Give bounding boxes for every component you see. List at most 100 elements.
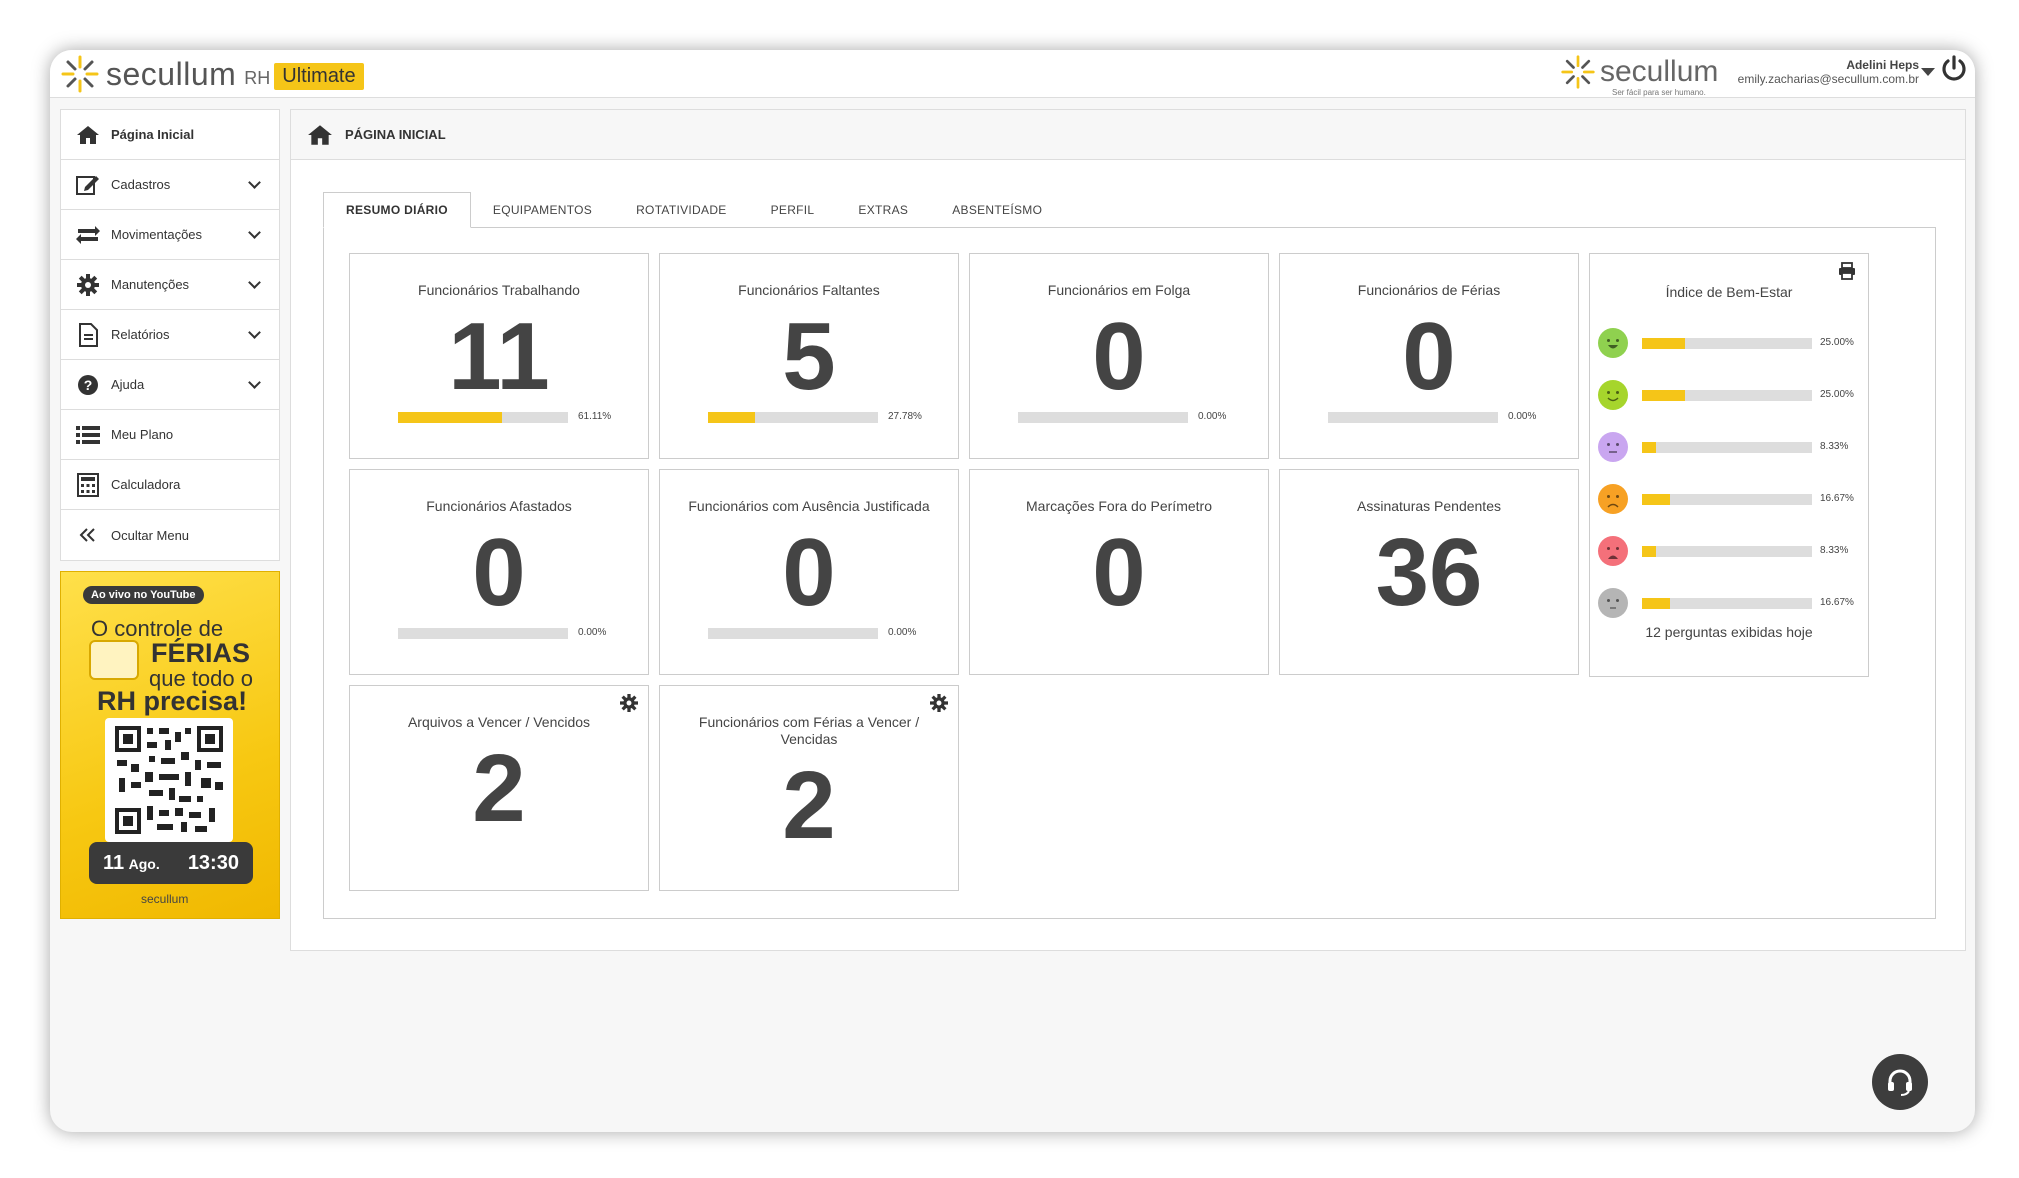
card-value: 0 xyxy=(1092,519,1146,626)
card-title: Arquivos a Vencer / Vencidos xyxy=(407,714,591,730)
user-name: Adelini Heps xyxy=(1846,58,1919,72)
user-menu[interactable]: Adelini Heps emily.zacharias@secullum.co… xyxy=(1738,58,1919,86)
progress-percent: 0.00% xyxy=(1198,411,1227,422)
card-out-of-perimeter[interactable]: Marcações Fora do Perímetro 0 xyxy=(969,469,1269,675)
promo-day: 11 xyxy=(103,851,125,874)
sidebar-item-label: Cadastros xyxy=(111,177,171,192)
tab-equipamentos[interactable]: EQUIPAMENTOS xyxy=(471,192,614,228)
power-icon[interactable] xyxy=(1939,54,1969,84)
document-icon xyxy=(75,322,101,347)
card-away-employees[interactable]: Funcionários Afastados 0 0.00% xyxy=(349,469,649,675)
sidebar-item-label: Ocultar Menu xyxy=(111,527,190,543)
card-justified-absence[interactable]: Funcionários com Ausência Justificada 0 … xyxy=(659,469,959,675)
sun-logo-icon xyxy=(1561,55,1595,89)
qr-code xyxy=(105,718,233,842)
sidebar-item-home[interactable]: Página Inicial xyxy=(61,110,279,160)
tab-perfil[interactable]: PERFIL xyxy=(749,192,837,228)
card-title: Funcionários de Férias xyxy=(1357,282,1501,298)
caret-down-icon[interactable] xyxy=(1921,68,1935,76)
very-sad-face-icon xyxy=(1598,536,1628,566)
card-vacation-employees[interactable]: Funcionários de Férias 0 0.00% xyxy=(1279,253,1579,459)
gear-icon[interactable] xyxy=(620,694,638,712)
edition-badge: Ultimate xyxy=(274,62,364,90)
sidebar-item-label: Meu Plano xyxy=(111,427,174,442)
company-tagline: Ser fácil para ser humano. xyxy=(1612,88,1706,97)
sad-face-icon xyxy=(1598,484,1628,514)
sidebar-item-hide-menu[interactable]: Ocultar Menu xyxy=(61,510,279,560)
company-brand-name: secullum xyxy=(1600,55,1719,88)
sidebar-item-calculadora[interactable]: Calculadora xyxy=(61,460,279,510)
card-title: Assinaturas Pendentes xyxy=(1357,498,1501,514)
card-working-employees[interactable]: Funcionários Trabalhando 11 61.11% xyxy=(349,253,649,459)
card-title: Funcionários Faltantes xyxy=(738,282,880,298)
sidebar-item-ajuda[interactable]: ? Ajuda xyxy=(61,360,279,410)
card-expiring-files[interactable]: Arquivos a Vencer / Vencidos 2 xyxy=(349,685,649,891)
calendar-illustration-icon xyxy=(89,640,139,680)
gear-icon[interactable] xyxy=(930,694,948,712)
chevron-down-icon xyxy=(248,176,261,189)
wellbeing-title: Índice de Bem-Estar xyxy=(1665,284,1793,300)
card-value: 0 xyxy=(782,519,836,626)
card-expiring-vacations[interactable]: Funcionários com Férias a Vencer / Venci… xyxy=(659,685,959,891)
card-value: 0 xyxy=(472,519,526,626)
resumo-diario-panel: Funcionários Trabalhando 11 61.11% Funci… xyxy=(323,227,1936,919)
wellbeing-bar xyxy=(1642,494,1812,505)
promo-time: 13:30 xyxy=(187,851,239,874)
wellbeing-bar xyxy=(1642,546,1812,557)
wellbeing-bar xyxy=(1642,390,1812,401)
home-icon xyxy=(75,123,101,147)
tab-rotatividade[interactable]: ROTATIVIDADE xyxy=(614,192,749,228)
promo-headline-4: RH precisa! xyxy=(97,686,248,716)
top-bar: secullum RH Ultimate secullum Ser fácil … xyxy=(50,50,1975,98)
wellbeing-bar xyxy=(1642,338,1812,349)
sidebar-item-manutencoes[interactable]: Manutenções xyxy=(61,260,279,310)
calculator-icon xyxy=(75,472,101,497)
card-value: 2 xyxy=(472,735,526,842)
double-chevron-left-icon xyxy=(75,523,101,547)
card-absent-employees[interactable]: Funcionários Faltantes 5 27.78% xyxy=(659,253,959,459)
progress-percent: 0.00% xyxy=(578,627,607,638)
list-icon xyxy=(75,423,101,447)
sidebar-item-cadastros[interactable]: Cadastros xyxy=(61,160,279,210)
neutral-face-icon xyxy=(1598,432,1628,462)
tab-bar: RESUMO DIÁRIO EQUIPAMENTOS ROTATIVIDADE … xyxy=(323,192,1064,228)
progress-percent: 0.00% xyxy=(888,627,917,638)
support-chat-button[interactable] xyxy=(1872,1054,1928,1110)
sidebar-item-label: Manutenções xyxy=(111,277,190,292)
wellbeing-row: 16.67% xyxy=(1598,482,1866,514)
progress-bar xyxy=(398,628,568,639)
tab-absenteismo[interactable]: ABSENTEÍSMO xyxy=(930,192,1064,228)
gear-icon xyxy=(75,273,101,297)
progress-percent: 27.78% xyxy=(888,411,922,422)
company-brand: secullum Ser fácil para ser humano. xyxy=(1560,54,1719,97)
print-icon[interactable] xyxy=(1838,262,1856,280)
wellbeing-percent: 16.67% xyxy=(1820,493,1854,504)
progress-percent: 0.00% xyxy=(1508,411,1537,422)
sidebar-item-meu-plano[interactable]: Meu Plano xyxy=(61,410,279,460)
edit-icon xyxy=(75,173,101,197)
app-logo[interactable]: secullum RH Ultimate xyxy=(60,54,364,94)
sidebar-item-label: Relatórios xyxy=(111,327,170,342)
card-title: Funcionários em Folga xyxy=(1047,282,1191,298)
wellbeing-percent: 16.67% xyxy=(1820,597,1854,608)
wellbeing-row: 8.33% xyxy=(1598,430,1866,462)
chevron-down-icon xyxy=(248,376,261,389)
home-icon xyxy=(308,124,332,145)
sidebar: Página Inicial Cadastros Movimentações M… xyxy=(60,109,280,919)
card-pending-signatures[interactable]: Assinaturas Pendentes 36 xyxy=(1279,469,1579,675)
tab-extras[interactable]: EXTRAS xyxy=(836,192,930,228)
card-value: 0 xyxy=(1092,303,1146,410)
sidebar-item-movimentacoes[interactable]: Movimentações xyxy=(61,210,279,260)
wellbeing-bar xyxy=(1642,598,1812,609)
promo-banner[interactable]: Ao vivo no YouTube O controle de FÉRIAS … xyxy=(60,571,280,919)
promo-live-badge: Ao vivo no YouTube xyxy=(83,586,204,604)
card-title: Funcionários Trabalhando xyxy=(418,282,580,298)
chevron-down-icon xyxy=(248,326,261,339)
card-off-employees[interactable]: Funcionários em Folga 0 0.00% xyxy=(969,253,1269,459)
happy-face-icon xyxy=(1598,380,1628,410)
wellbeing-row: 16.67% xyxy=(1598,586,1866,618)
page-header: PÁGINA INICIAL xyxy=(291,110,1965,160)
sidebar-item-label: Ajuda xyxy=(111,377,145,392)
tab-resumo-diario[interactable]: RESUMO DIÁRIO xyxy=(323,192,471,228)
sidebar-item-relatorios[interactable]: Relatórios xyxy=(61,310,279,360)
